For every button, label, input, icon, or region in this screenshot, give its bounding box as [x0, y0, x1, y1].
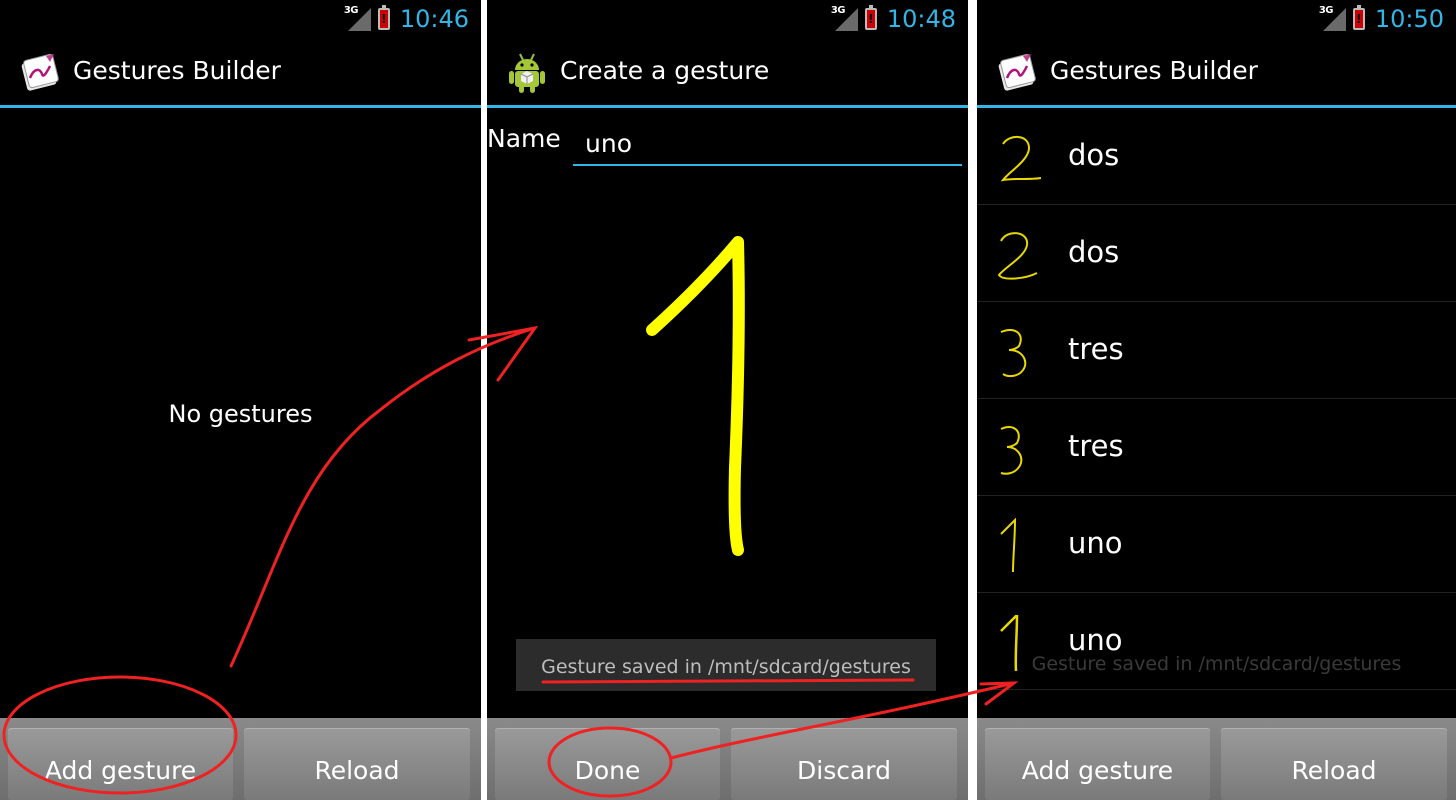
status-clock: 10:50 [1374, 5, 1444, 33]
app-title: Gestures Builder [1050, 56, 1258, 85]
battery-low-icon: ! [1352, 5, 1365, 30]
gesture-name: dos [1068, 235, 1120, 269]
reload-button[interactable]: Reload [1221, 728, 1447, 800]
name-label: Name [487, 124, 561, 153]
signal-3g-icon: 3G [343, 5, 372, 32]
gesture-thumbnail-3 [1000, 328, 1027, 378]
list-item[interactable]: uno [977, 496, 1456, 593]
empty-state-message: No gestures [168, 400, 313, 428]
network-type-label: 3G [830, 5, 846, 16]
name-row: Name [487, 118, 968, 172]
screen-title: Create a gesture [560, 56, 770, 85]
gesture-list-area: dos dos tres tres uno uno Gesture saved … [977, 108, 1456, 718]
network-type-label: 3G [343, 5, 359, 16]
signal-3g-icon: 3G [1318, 5, 1347, 32]
gesture-thumbnail-2 [997, 232, 1038, 280]
app-title: Gestures Builder [73, 56, 281, 85]
discard-button[interactable]: Discard [731, 728, 957, 800]
gesture-name: tres [1068, 332, 1124, 366]
battery-low-icon: ! [377, 5, 390, 30]
gesture-name: dos [1068, 138, 1120, 172]
gesture-name-input[interactable] [573, 122, 962, 166]
screen-gestures-builder-list: 3G ! 10:50 Gestures Builder dos dos tres… [977, 0, 1456, 800]
gestures-builder-app-icon[interactable] [997, 50, 1037, 94]
gesture-list: dos dos tres tres uno uno [977, 108, 1456, 690]
gesture-stroke [646, 236, 745, 556]
gesture-overlay-canvas[interactable] [487, 178, 968, 718]
gesture-name: tres [1068, 429, 1124, 463]
status-clock: 10:48 [886, 5, 956, 33]
list-item[interactable]: tres [977, 302, 1456, 399]
gesture-thumbnail-1 [1000, 518, 1017, 573]
status-bar: 3G ! 10:46 [0, 0, 481, 38]
done-button[interactable]: Done [495, 728, 720, 800]
button-bar: Add gesture Reload [977, 718, 1456, 800]
list-item[interactable]: dos [977, 108, 1456, 205]
toast-message-fading: Gesture saved in /mnt/sdcard/gestures [1031, 653, 1402, 675]
toast-message: Gesture saved in /mnt/sdcard/gestures [516, 639, 936, 691]
signal-3g-icon: 3G [830, 5, 859, 32]
add-gesture-button[interactable]: Add gesture [985, 728, 1210, 800]
gestures-builder-app-icon[interactable] [20, 50, 60, 94]
action-bar: Gestures Builder [977, 38, 1456, 108]
network-type-label: 3G [1318, 5, 1334, 16]
status-clock: 10:46 [399, 5, 469, 33]
button-bar: Done Discard [487, 718, 968, 800]
battery-low-icon: ! [864, 5, 877, 30]
button-bar: Add gesture Reload [0, 718, 481, 800]
action-bar: Create a gesture [487, 38, 968, 108]
status-bar: 3G ! 10:50 [977, 0, 1456, 38]
gesture-thumbnail-2 [1000, 136, 1042, 182]
screen-gestures-builder-empty: 3G ! 10:46 Gestures Builder No gestures … [0, 0, 481, 800]
list-item[interactable]: tres [977, 399, 1456, 496]
list-item[interactable]: uno [977, 593, 1456, 690]
screen-create-gesture: 3G ! 10:48 Create a gesture Name uno Ges… [487, 0, 968, 800]
status-bar: 3G ! 10:48 [487, 0, 968, 38]
add-gesture-button[interactable]: Add gesture [8, 728, 233, 800]
gesture-list-area: No gestures [0, 108, 481, 718]
create-gesture-content: Name Gesture saved in /mnt/sdcard/gestur… [487, 108, 968, 718]
android-robot-icon[interactable] [507, 50, 547, 94]
list-item[interactable]: dos [977, 205, 1456, 302]
reload-button[interactable]: Reload [244, 728, 470, 800]
action-bar: Gestures Builder [0, 38, 481, 108]
gesture-name: uno [1068, 526, 1123, 560]
gesture-thumbnail-3 [1000, 425, 1023, 475]
gesture-name: uno [1068, 623, 1123, 657]
